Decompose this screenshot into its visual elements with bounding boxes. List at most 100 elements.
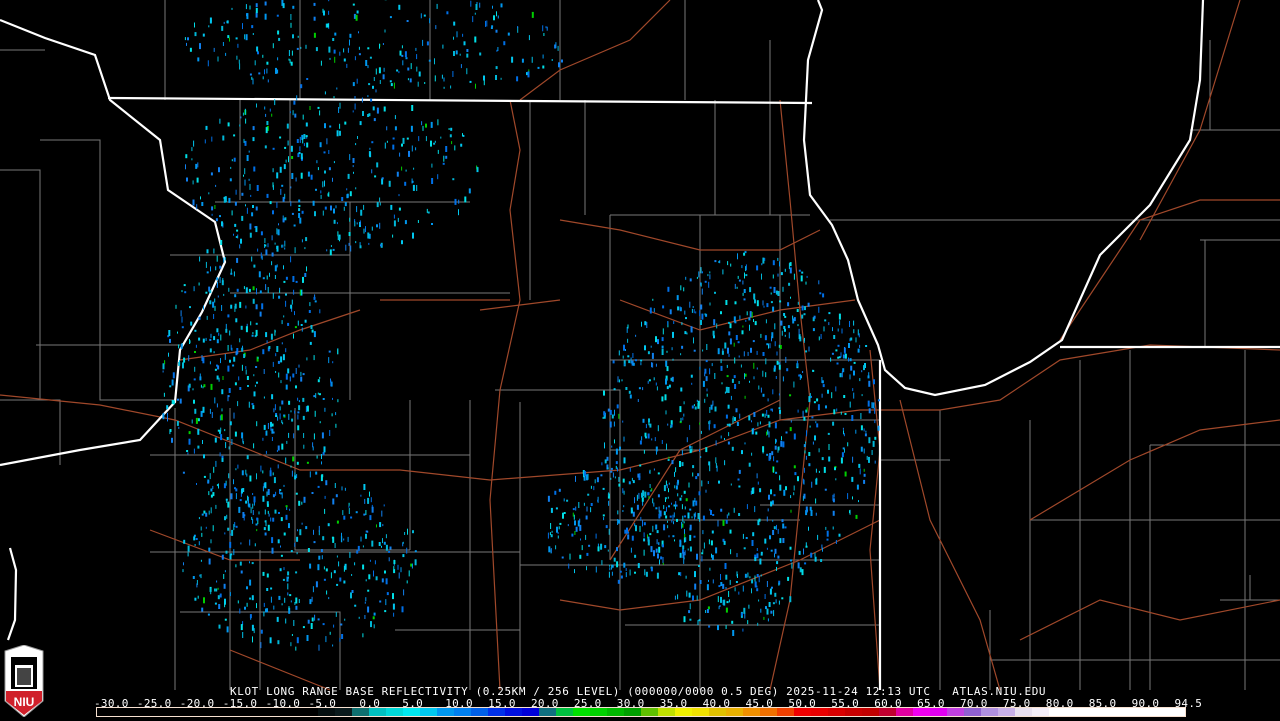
radar-echo (749, 463, 751, 467)
radar-echo (651, 488, 652, 491)
radar-echo (783, 376, 784, 381)
radar-echo (379, 223, 380, 229)
radar-echo (735, 301, 737, 304)
radar-echo (337, 399, 338, 402)
radar-echo (696, 554, 698, 560)
radar-echo (728, 591, 729, 597)
radar-echo (587, 507, 588, 512)
radar-echo (346, 64, 347, 68)
radar-echo (283, 218, 285, 222)
radar-echo (319, 377, 320, 379)
radar-echo (651, 438, 652, 440)
radar-echo (195, 32, 197, 36)
radar-echo (734, 343, 735, 347)
radar-echo (632, 353, 633, 358)
legend-swatch (777, 708, 794, 716)
radar-echo (257, 51, 259, 54)
radar-echo (392, 593, 394, 599)
radar-echo (412, 530, 414, 533)
radar-echo (311, 175, 313, 180)
radar-echo (228, 395, 230, 397)
radar-echo (695, 407, 697, 410)
radar-echo (551, 508, 553, 513)
radar-echo (306, 266, 307, 271)
radar-echo (633, 512, 635, 517)
radar-echo (364, 229, 365, 234)
radar-echo (667, 321, 668, 325)
radar-echo (250, 74, 252, 76)
radar-echo (267, 194, 269, 198)
radar-echo (384, 571, 386, 574)
radar-echo (411, 105, 413, 111)
radar-echo (777, 352, 778, 356)
radar-echo (552, 531, 553, 533)
radar-echo (713, 319, 715, 325)
radar-echo (772, 520, 773, 522)
radar-echo (677, 594, 678, 599)
radar-echo (274, 477, 276, 483)
radar-echo (709, 424, 710, 430)
radar-echo (227, 20, 229, 23)
radar-echo (418, 136, 419, 141)
radar-echo (184, 291, 186, 293)
radar-echo (760, 421, 761, 424)
radar-echo (771, 332, 773, 338)
radar-echo (216, 581, 217, 583)
radar-echo (177, 399, 179, 401)
radar-echo (726, 608, 728, 613)
radar-echo (292, 456, 294, 461)
radar-echo (206, 338, 207, 341)
radar-echo (276, 172, 278, 178)
radar-echo (215, 266, 216, 270)
radar-echo (739, 470, 741, 474)
radar-echo (633, 480, 635, 483)
radar-echo (775, 341, 776, 346)
radar-echo (501, 3, 503, 7)
radar-echo (863, 365, 865, 370)
radar-echo (291, 419, 293, 422)
radar-echo (651, 346, 652, 348)
radar-echo (618, 477, 619, 482)
radar-echo (357, 79, 358, 84)
radar-echo (337, 231, 338, 236)
radar-echo (718, 585, 720, 587)
radar-echo (235, 304, 237, 309)
radar-echo (245, 470, 246, 475)
radar-echo (355, 104, 356, 110)
radar-echo (257, 249, 258, 252)
radar-echo (223, 294, 224, 296)
radar-echo (222, 408, 223, 411)
radar-echo (860, 468, 861, 474)
radar-echo (443, 156, 444, 162)
radar-echo (770, 489, 772, 494)
radar-echo (194, 286, 195, 291)
radar-echo (255, 543, 256, 546)
radar-echo (234, 522, 235, 527)
radar-echo (648, 434, 650, 439)
radar-echo (764, 306, 765, 308)
radar-echo (268, 287, 269, 293)
radar-echo (278, 229, 280, 235)
radar-echo (716, 440, 717, 445)
radar-echo (421, 13, 422, 18)
radar-echo (586, 553, 588, 556)
radar-echo (701, 552, 703, 554)
radar-echo (244, 607, 246, 610)
radar-echo (856, 337, 857, 342)
radar-echo (242, 23, 243, 29)
radar-echo (705, 447, 707, 452)
radar-echo (785, 335, 786, 337)
radar-echo (277, 264, 278, 267)
radar-echo (383, 43, 384, 45)
radar-echo (229, 360, 231, 363)
radar-echo (276, 202, 277, 208)
radar-echo (701, 267, 702, 273)
radar-echo (292, 34, 294, 38)
radar-echo (324, 171, 326, 174)
radar-echo (374, 613, 376, 616)
radar-echo (598, 546, 600, 551)
radar-echo (207, 482, 209, 484)
radar-echo (321, 454, 322, 459)
radar-echo (275, 353, 276, 356)
radar-echo (477, 167, 478, 169)
